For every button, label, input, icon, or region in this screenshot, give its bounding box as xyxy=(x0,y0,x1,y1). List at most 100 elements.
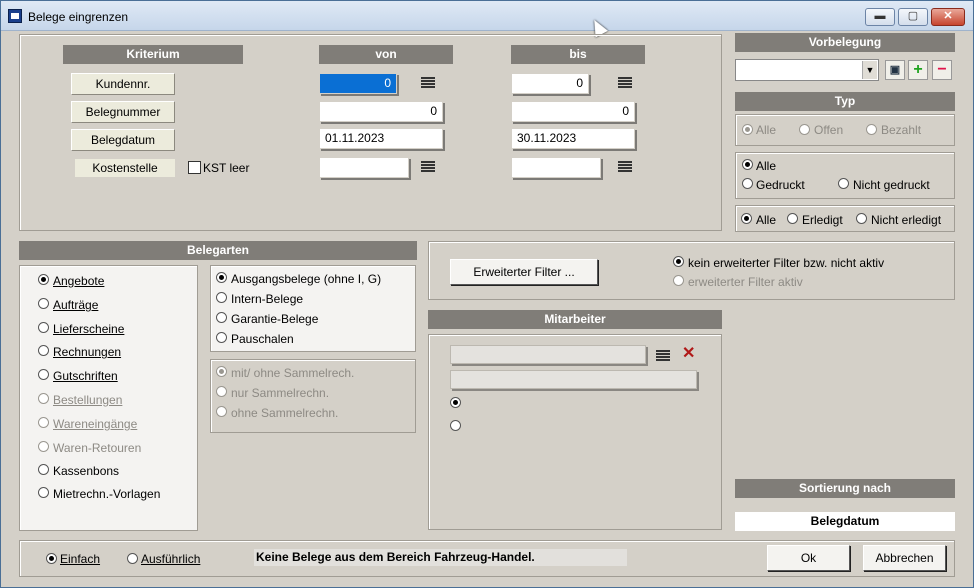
header-mitarbeiter: Mitarbeiter xyxy=(428,310,722,329)
belegart-label: Waren-Retouren xyxy=(53,441,142,455)
belegart-label: Rechnungen xyxy=(53,345,122,359)
title-bar[interactable]: Belege eingrenzen ▬ ▢ ✕ xyxy=(1,1,973,31)
group2-label: ohne Sammelrechn. xyxy=(231,406,339,420)
group1-label: Pauschalen xyxy=(231,332,294,346)
group1-radio[interactable] xyxy=(216,272,227,283)
remove-icon[interactable]: − xyxy=(932,60,952,80)
typ3-alle-radio[interactable] xyxy=(741,213,752,224)
belegart-radio xyxy=(38,417,49,428)
sortierung-value[interactable]: Belegdatum xyxy=(735,512,955,531)
list-icon[interactable] xyxy=(421,77,435,89)
typ2-nicht-gedruckt-label: Nicht gedruckt xyxy=(853,178,930,192)
belegdatum-von-input[interactable]: 01.11.2023 xyxy=(319,128,443,149)
group1-label: Intern-Belege xyxy=(231,292,304,306)
belegart-label: Lieferscheine xyxy=(53,322,125,336)
erweiterter-filter-button[interactable]: Erweiterter Filter ... xyxy=(450,259,598,285)
belegart-radio[interactable] xyxy=(38,298,49,309)
belegart-radio[interactable] xyxy=(38,464,49,475)
group1-label: Garantie-Belege xyxy=(231,312,319,326)
belegart-label: Wareneingänge xyxy=(53,417,138,431)
save-icon[interactable]: ▣ xyxy=(885,60,905,80)
minimize-button[interactable]: ▬ xyxy=(865,8,895,26)
einfach-label: Einfach xyxy=(60,552,101,566)
group2-label: mit/ ohne Sammelrech. xyxy=(231,366,355,380)
belegnummer-bis-input[interactable]: 0 xyxy=(511,101,635,122)
typ1-offen-label: Offen xyxy=(814,123,844,137)
header-vorbelegung: Vorbelegung xyxy=(735,33,955,52)
group1-radio[interactable] xyxy=(216,292,227,303)
belegart-radio xyxy=(38,393,49,404)
belegart-radio[interactable] xyxy=(38,274,49,285)
typ2-gedruckt-label: Gedruckt xyxy=(756,178,805,192)
window-title: Belege eingrenzen xyxy=(28,10,129,24)
maximize-button[interactable]: ▢ xyxy=(898,8,928,26)
delete-x-icon[interactable]: ✕ xyxy=(682,346,695,362)
typ2-alle-label: Alle xyxy=(756,159,777,173)
typ1-bezahlt-label: Bezahlt xyxy=(881,123,922,137)
belegart-label: Aufträge xyxy=(53,298,99,312)
mitarbeiter-option-radio[interactable] xyxy=(450,420,461,431)
group2-radio xyxy=(216,366,227,377)
kostenstelle-label: Kostenstelle xyxy=(75,159,175,177)
kostenstelle-von-input[interactable] xyxy=(319,157,409,178)
mitarbeiter-input[interactable] xyxy=(450,345,646,364)
kundennr-bis-input[interactable]: 0 xyxy=(511,73,589,94)
belegdatum-bis-input[interactable]: 30.11.2023 xyxy=(511,128,635,149)
typ1-bezahlt-radio xyxy=(866,124,877,135)
belegart-label: Mietrechn.-Vorlagen xyxy=(53,487,161,501)
belegart-label: Gutschriften xyxy=(53,369,118,383)
status-text: Keine Belege aus dem Bereich Fahrzeug-Ha… xyxy=(254,549,627,566)
group1-radio[interactable] xyxy=(216,312,227,323)
mitarbeiter-list[interactable] xyxy=(450,370,697,389)
header-sortierung: Sortierung nach xyxy=(735,479,955,498)
mitarbeiter-option-radio[interactable] xyxy=(450,397,461,408)
kst-leer-label: KST leer xyxy=(203,161,250,175)
close-button[interactable]: ✕ xyxy=(931,8,965,26)
ausfuehrlich-radio[interactable] xyxy=(127,553,138,564)
dialog-window: Belege eingrenzen ▬ ▢ ✕ Kriterium von bi… xyxy=(0,0,974,588)
belegart-radio[interactable] xyxy=(38,322,49,333)
kundennr-von-input[interactable]: 0 xyxy=(319,73,397,94)
chevron-down-icon[interactable]: ▼ xyxy=(862,61,877,79)
typ3-alle-label: Alle xyxy=(756,213,777,227)
kundennr-button[interactable]: Kundennr. xyxy=(71,73,175,95)
list-icon[interactable] xyxy=(421,161,435,173)
filter-inactive-radio[interactable] xyxy=(673,256,684,267)
header-belegarten: Belegarten xyxy=(19,241,417,260)
app-icon xyxy=(8,9,22,23)
einfach-radio[interactable] xyxy=(46,553,57,564)
list-icon[interactable] xyxy=(618,77,632,89)
typ2-nicht-gedruckt-radio[interactable] xyxy=(838,178,849,189)
header-bis: bis xyxy=(511,45,645,64)
abbrechen-button[interactable]: Abbrechen xyxy=(863,545,946,571)
group1-radio[interactable] xyxy=(216,332,227,343)
belegart-label: Kassenbons xyxy=(53,464,120,478)
add-icon[interactable]: + xyxy=(908,60,928,80)
typ2-alle-radio[interactable] xyxy=(742,159,753,170)
vorbelegung-select[interactable]: ▼ xyxy=(735,59,879,81)
typ1-offen-radio xyxy=(799,124,810,135)
typ3-nicht-erledigt-radio[interactable] xyxy=(856,213,867,224)
typ2-gedruckt-radio[interactable] xyxy=(742,178,753,189)
belegart-radio xyxy=(38,441,49,452)
filter-active-radio xyxy=(673,275,684,286)
list-icon[interactable] xyxy=(656,350,670,362)
belegdatum-button[interactable]: Belegdatum xyxy=(71,129,175,151)
belegart-radio[interactable] xyxy=(38,369,49,380)
list-icon[interactable] xyxy=(618,161,632,173)
header-von: von xyxy=(319,45,453,64)
typ1-alle-radio xyxy=(742,124,753,135)
belegnummer-button[interactable]: Belegnummer xyxy=(71,101,175,123)
kostenstelle-bis-input[interactable] xyxy=(511,157,601,178)
ok-button[interactable]: Ok xyxy=(767,545,850,571)
group2-label: nur Sammelrechn. xyxy=(231,386,330,400)
group2-radio xyxy=(216,386,227,397)
belegart-radio[interactable] xyxy=(38,487,49,498)
kst-leer-checkbox[interactable] xyxy=(188,161,201,174)
typ3-erledigt-label: Erledigt xyxy=(802,213,843,227)
header-kriterium: Kriterium xyxy=(63,45,243,64)
belegart-radio[interactable] xyxy=(38,345,49,356)
belegart-label: Angebote xyxy=(53,274,105,288)
typ3-erledigt-radio[interactable] xyxy=(787,213,798,224)
belegnummer-von-input[interactable]: 0 xyxy=(319,101,443,122)
